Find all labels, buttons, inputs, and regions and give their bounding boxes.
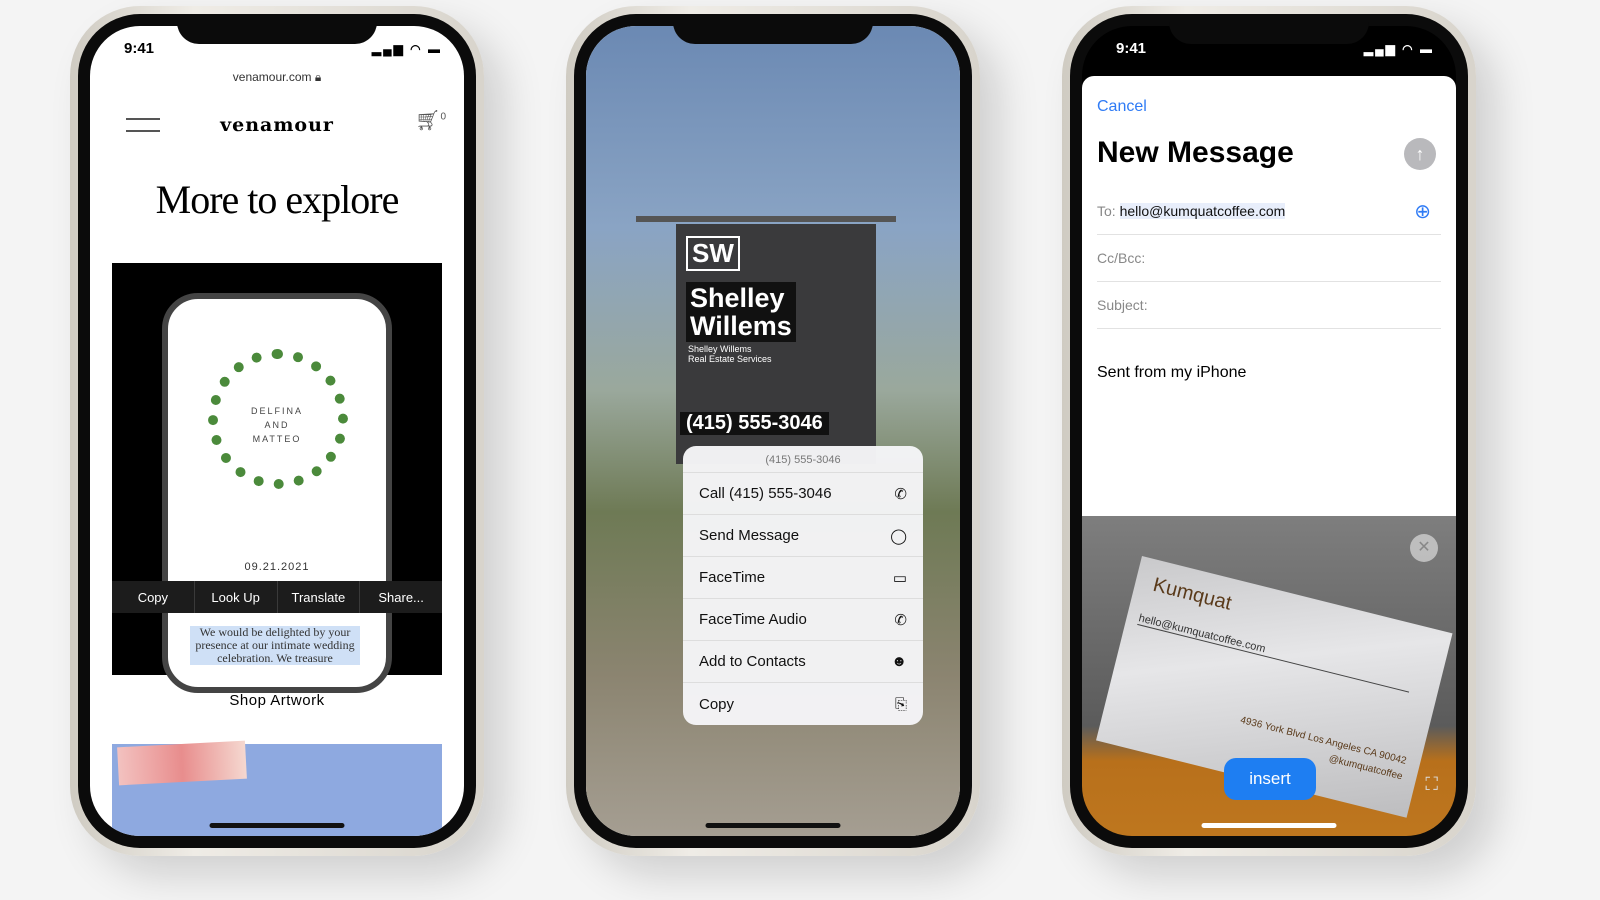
status-time: 9:41	[1116, 40, 1147, 57]
home-indicator[interactable]	[1201, 823, 1337, 828]
invite-date: 09.21.2021	[244, 561, 310, 573]
live-text-scan-icon[interactable]: ⛶	[1425, 774, 1438, 795]
cart-icon[interactable]: 🛒︎0	[415, 108, 446, 133]
cancel-button[interactable]: Cancel	[1097, 98, 1147, 116]
menu-header: (415) 555-3046	[683, 446, 923, 473]
cc-bcc-field[interactable]: Cc/Bcc:	[1097, 235, 1441, 282]
cart-count: 0	[440, 111, 446, 123]
label: Add to Contacts	[699, 653, 806, 670]
phone-icon: ✆	[894, 485, 907, 503]
flowers-image	[117, 740, 247, 786]
menu-copy[interactable]: Copy	[112, 581, 195, 613]
invite-names: DELFINA AND MATTEO	[168, 404, 386, 446]
menu-share[interactable]: Share...	[360, 581, 442, 613]
label: Send Message	[699, 527, 800, 544]
sign-sub-1: Shelley Willems	[688, 344, 752, 354]
sign-phone[interactable]: (415) 555-3046	[680, 412, 829, 435]
send-arrow-icon[interactable]: ↑	[1404, 138, 1436, 170]
url-bar[interactable]: venamour.com 🔒︎	[90, 70, 464, 85]
home-indicator[interactable]	[209, 823, 345, 828]
url-text: venamour.com	[232, 70, 312, 84]
copy-icon: ⎘	[894, 695, 907, 713]
status-time: 9:41	[124, 40, 155, 57]
compose-sheet: Cancel New Message ↑ To: hello@kumquatco…	[1082, 76, 1456, 516]
name-1: DELFINA	[250, 406, 303, 416]
lock-icon: 🔒︎	[314, 70, 322, 84]
home-indicator[interactable]	[705, 823, 841, 828]
video-camera-icon: ▭	[892, 569, 907, 587]
sign-initials: SW	[686, 236, 740, 271]
compose-title: New Message	[1097, 136, 1294, 169]
menu-add-to-contacts[interactable]: Add to Contacts ☻	[683, 641, 923, 683]
label: Call (415) 555-3046	[699, 485, 832, 502]
to-label: To:	[1097, 203, 1116, 219]
real-estate-sign: SW Shelley Willems Shelley Willems Real Es…	[676, 224, 876, 464]
phone-camera: SW Shelley Willems Shelley Willems Real Es…	[566, 6, 980, 856]
add-contact-icon: ☻	[891, 653, 907, 670]
sign-sub-2: Real Estate Services	[688, 354, 772, 364]
sign-name-2: Willems	[690, 311, 792, 341]
menu-copy[interactable]: Copy ⎘	[683, 683, 923, 725]
card-brand: Kumquat	[1150, 573, 1234, 615]
subject-label: Subject:	[1097, 297, 1148, 313]
shop-artwork-link[interactable]: Shop Artwork	[90, 692, 464, 709]
data-detector-menu: (415) 555-3046 Call (415) 555-3046 ✆ Send…	[683, 446, 923, 725]
cc-label: Cc/Bcc:	[1097, 250, 1146, 266]
page-heading: More to explore	[155, 177, 400, 222]
name-and: AND	[264, 420, 290, 430]
sign-name: Shelley Willems	[686, 282, 796, 342]
site-logo[interactable]: venamour	[90, 114, 464, 136]
signal-wifi-battery-icon: ▂▄▆ ◠ ▬	[1363, 42, 1434, 56]
add-contact-plus-icon[interactable]: ⊕	[1414, 199, 1431, 224]
sign-subtitle: Shelley Willems Real Estate Services	[688, 344, 772, 364]
to-field[interactable]: To: hello@kumquatcoffee.com ⊕	[1097, 188, 1441, 235]
to-input[interactable]: hello@kumquatcoffee.com	[1119, 203, 1286, 219]
notch	[673, 14, 873, 44]
signal-wifi-battery-icon: ▂▄▆ ◠ ▬	[371, 42, 442, 56]
phone-safari: 9:41 ▂▄▆ ◠ ▬ venamour.com 🔒︎ venamour 🛒︎0…	[70, 6, 484, 856]
menu-translate[interactable]: Translate	[278, 581, 361, 613]
selected-text[interactable]: We would be delighted by your presence a…	[190, 626, 360, 665]
sign-name-1: Shelley	[690, 283, 785, 313]
insert-button[interactable]: insert	[1224, 758, 1316, 800]
label: Copy	[699, 695, 735, 713]
menu-facetime[interactable]: FaceTime ▭	[683, 557, 923, 599]
card-email: hello@kumquatcoffee.com	[1137, 612, 1413, 693]
label: FaceTime	[699, 569, 766, 586]
close-icon[interactable]: ✕	[1410, 534, 1438, 562]
artwork-image: DELFINA AND MATTEO 09.21.2021	[112, 263, 442, 693]
label: FaceTime Audio	[699, 611, 807, 628]
menu-send-message[interactable]: Send Message ◯	[683, 515, 923, 557]
menu-look-up[interactable]: Look Up	[195, 581, 278, 613]
subject-field[interactable]: Subject:	[1097, 282, 1441, 329]
menu-facetime-audio[interactable]: FaceTime Audio ✆	[683, 599, 923, 641]
menu-call[interactable]: Call (415) 555-3046 ✆	[683, 473, 923, 515]
name-2: MATTEO	[252, 434, 302, 444]
sign-post	[636, 216, 896, 222]
phone-mail: 9:41 ▂▄▆ ◠ ▬ Cancel New Message ↑ To: hel…	[1062, 6, 1476, 856]
phone-icon: ✆	[894, 611, 907, 629]
message-bubble-icon: ◯	[890, 527, 907, 545]
message-body[interactable]: Sent from my iPhone	[1097, 364, 1246, 382]
edit-menu: Copy Look Up Translate Share...	[112, 581, 442, 613]
